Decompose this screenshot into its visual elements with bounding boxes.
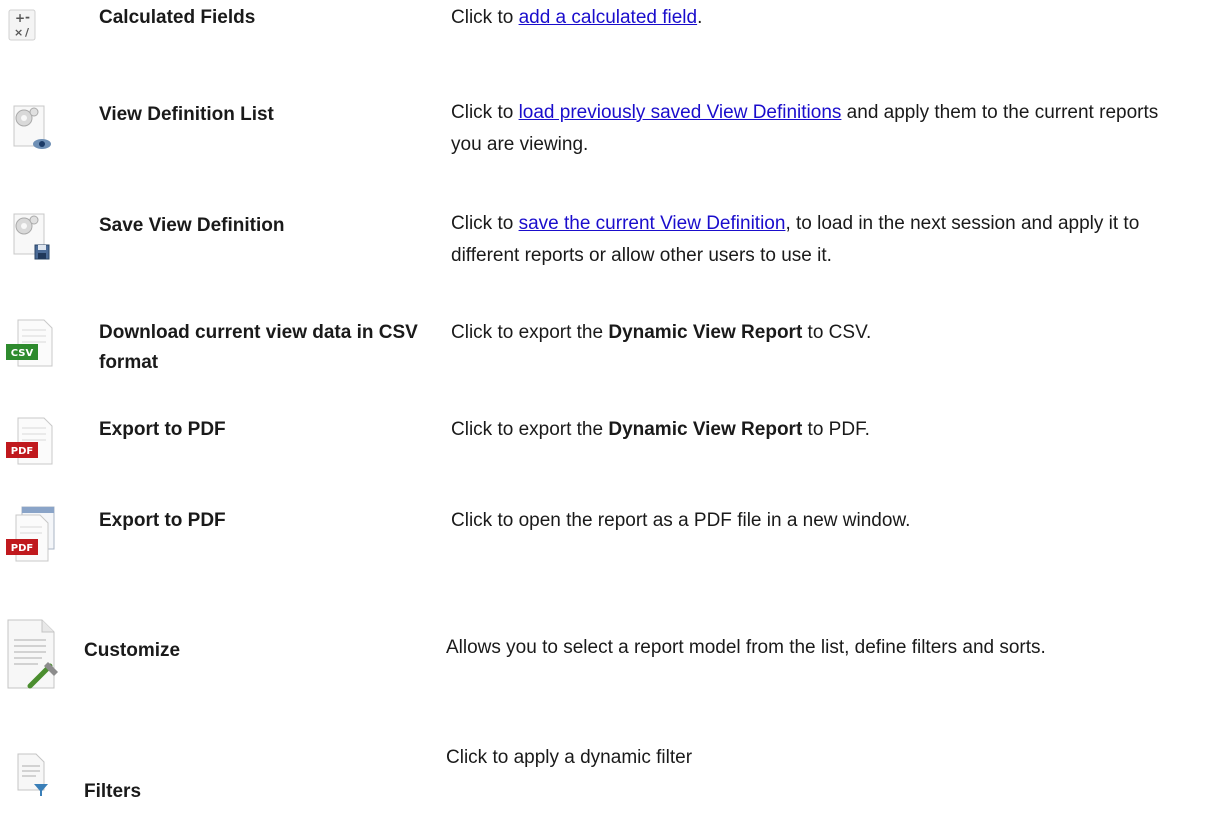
svg-text:PDF: PDF [11, 543, 33, 554]
csv-icon[interactable]: CSV [4, 316, 58, 372]
svg-text:+: + [15, 11, 25, 25]
row-filters: Filters Click to apply a dynamic filter [0, 742, 1219, 812]
label-export-pdf-window: Export to PDF [99, 510, 226, 531]
svg-text:CSV: CSV [11, 348, 34, 359]
desc-export-pdf-window: Click to open the report as a PDF file i… [451, 510, 911, 531]
label-calculated-fields: Calculated Fields [99, 7, 256, 28]
desc-customize: Allows you to select a report model from… [446, 637, 1046, 658]
pdf-icon[interactable]: PDF [4, 414, 58, 470]
save-view-definition-link[interactable]: save the current View Definition [519, 213, 786, 234]
label-filters: Filters [84, 781, 142, 802]
calculator-icon[interactable]: + - × / [6, 8, 40, 44]
row-calculated-fields: + - × / Calculated Fields Click to add a… [0, 0, 1219, 60]
desc-filters: Click to apply a dynamic filter [446, 747, 693, 768]
row-save-view-definition: Save View Definition Click to save the c… [0, 204, 1219, 274]
row-customize: Customize Allows you to select a report … [0, 610, 1219, 720]
load-view-definitions-link[interactable]: load previously saved View Definitions [519, 102, 842, 123]
save-view-definition-icon[interactable] [6, 208, 54, 264]
label-export-pdf: Export to PDF [99, 419, 226, 440]
desc-export-pdf: Click to export the Dynamic View Report … [451, 419, 870, 440]
add-calculated-field-link[interactable]: add a calculated field [519, 7, 698, 28]
label-view-definition-list: View Definition List [99, 104, 274, 125]
svg-text:-: - [25, 10, 30, 24]
row-export-pdf: PDF Export to PDF Click to export the Dy… [0, 412, 1219, 482]
desc-calculated-fields: Click to add a calculated field. [451, 7, 703, 28]
desc-save-view-definition: Click to save the current View Definitio… [451, 213, 1140, 266]
customize-icon[interactable] [2, 616, 66, 692]
filter-icon[interactable] [14, 750, 54, 800]
label-download-csv: Download current view data in CSV format [99, 322, 418, 373]
row-view-definition-list: View Definition List Click to load previ… [0, 95, 1219, 165]
svg-text:×: × [14, 26, 23, 39]
label-save-view-definition: Save View Definition [99, 215, 285, 236]
view-definition-list-icon[interactable] [6, 100, 54, 156]
label-customize: Customize [84, 640, 181, 661]
svg-text:PDF: PDF [11, 446, 33, 457]
pdf-window-icon[interactable]: PDF [4, 505, 60, 565]
row-export-pdf-window: PDF Export to PDF Click to open the repo… [0, 503, 1219, 573]
desc-view-definition-list: Click to load previously saved View Defi… [451, 102, 1159, 155]
desc-download-csv: Click to export the Dynamic View Report … [451, 322, 872, 343]
row-download-csv: CSV Download current view data in CSV fo… [0, 316, 1219, 391]
